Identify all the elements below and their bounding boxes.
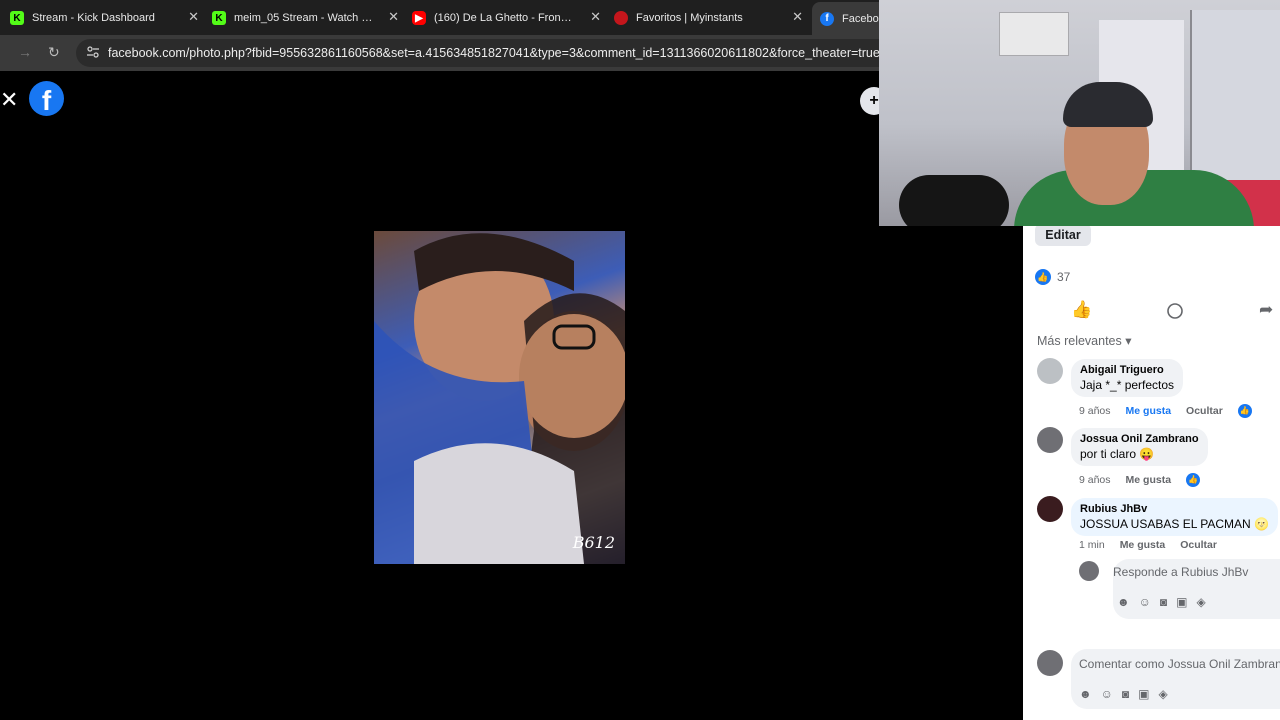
tab-label: (160) De La Ghetto - Fronteamo (434, 12, 574, 24)
reply-box[interactable]: Responde a Rubius JhBv ☻ ☺ ◙ ▣ ◈ (1113, 559, 1280, 619)
chevron-down-icon: ▾ (1125, 334, 1132, 348)
comment-bubble: Jossua Onil Zambrano por ti claro 😛 (1071, 428, 1208, 466)
reply-tools: ☻ ☺ ◙ ▣ ◈ (1117, 595, 1206, 609)
sticker-icon[interactable]: ◈ (1197, 595, 1206, 609)
reactions-summary[interactable]: 👍 37 (1035, 269, 1070, 285)
comment-bubble: Abigail Triguero Jaja *_* perfectos (1071, 359, 1184, 397)
close-tab-icon[interactable]: ✕ (792, 9, 803, 25)
tab-youtube[interactable]: ▶ (160) De La Ghetto - Fronteamo ✕ (412, 6, 607, 30)
avatar[interactable] (1037, 496, 1063, 522)
screen: K Stream - Kick Dashboard ✕ K meim_05 St… (0, 0, 1280, 720)
comment-age[interactable]: 9 años (1079, 474, 1111, 486)
comment-bubble: Rubius JhBv JOSSUA USABAS EL PACMAN 🌝 (1071, 498, 1278, 536)
kick-icon: K (212, 11, 226, 25)
comment-age[interactable]: 1 min (1079, 539, 1105, 551)
like-link[interactable]: Me gusta (1120, 539, 1166, 551)
tab-meim-stream[interactable]: K meim_05 Stream - Watch Live o ✕ (212, 6, 405, 30)
post-actions: 👍 ➦ (1023, 298, 1280, 324)
close-tab-icon[interactable]: ✕ (188, 9, 199, 25)
comment-age[interactable]: 9 años (1079, 405, 1111, 417)
photo-theater: ✕ f + B612 (0, 71, 1023, 720)
kick-icon: K (10, 11, 24, 25)
comment-sort-dropdown[interactable]: Más relevantes ▾ (1037, 333, 1132, 348)
webcam-overlay (879, 0, 1280, 226)
comment-meta: 1 min Me gusta Ocultar (1079, 539, 1217, 551)
avatar-sticker-icon[interactable]: ☻ (1079, 687, 1092, 701)
like-icon[interactable]: 👍 (1071, 300, 1092, 320)
reload-icon[interactable]: ↻ (48, 44, 60, 61)
comment-author[interactable]: Abigail Triguero (1080, 364, 1174, 376)
like-reaction-icon: 👍 (1035, 269, 1051, 285)
comments-panel: Editar 👍 37 👍 ➦ Más relevantes ▾ Abigail… (1023, 224, 1280, 720)
tab-label: meim_05 Stream - Watch Live o (234, 12, 374, 24)
edit-button[interactable]: Editar (1035, 224, 1091, 246)
tab-kick-dashboard[interactable]: K Stream - Kick Dashboard ✕ (10, 6, 205, 30)
like-reaction-icon[interactable]: 👍 (1186, 473, 1201, 487)
url-text: facebook.com/photo.php?fbid=955632861160… (108, 46, 912, 60)
avatar[interactable] (1037, 427, 1063, 453)
like-link[interactable]: Me gusta (1126, 405, 1172, 417)
chair (899, 175, 1009, 226)
gif-icon[interactable]: ▣ (1138, 687, 1149, 701)
photo-watermark: B612 (572, 533, 615, 552)
facebook-icon: f (820, 11, 834, 26)
avatar-sticker-icon[interactable]: ☻ (1117, 595, 1130, 609)
share-icon[interactable]: ➦ (1259, 300, 1273, 320)
camera-icon[interactable]: ◙ (1160, 595, 1167, 609)
air-conditioner (999, 12, 1069, 56)
comment-input[interactable]: Comentar como Jossua Onil Zambrano (1079, 657, 1280, 671)
tab-label: Favoritos | Myinstants (636, 12, 743, 24)
gif-icon[interactable]: ▣ (1176, 595, 1187, 609)
hide-link[interactable]: Ocultar (1186, 405, 1223, 417)
comment-icon[interactable] (1166, 302, 1184, 320)
close-tab-icon[interactable]: ✕ (590, 9, 601, 25)
forward-icon[interactable]: → (18, 44, 32, 60)
like-link[interactable]: Me gusta (1126, 474, 1172, 486)
avatar[interactable] (1037, 358, 1063, 384)
address-bar[interactable]: facebook.com/photo.php?fbid=955632861160… (76, 39, 912, 67)
photo-image[interactable]: B612 (374, 231, 625, 564)
avatar (1037, 650, 1063, 676)
sticker-icon[interactable]: ◈ (1159, 687, 1168, 701)
emoji-icon[interactable]: ☺ (1101, 687, 1113, 701)
comment-author[interactable]: Rubius JhBv (1080, 503, 1269, 515)
comment-text: Jaja *_* perfectos (1080, 378, 1175, 392)
like-reaction-icon[interactable]: 👍 (1237, 404, 1252, 418)
myinstants-icon (614, 11, 628, 25)
comment-composer[interactable]: Comentar como Jossua Onil Zambrano ☻ ☺ ◙… (1071, 649, 1280, 709)
photo-figures (374, 233, 625, 564)
close-icon[interactable]: ✕ (0, 87, 18, 113)
emoji-icon[interactable]: ☺ (1139, 595, 1151, 609)
camera-icon[interactable]: ◙ (1122, 687, 1129, 701)
facebook-logo-icon[interactable]: f (29, 81, 64, 116)
comment-text: JOSSUA USABAS EL PACMAN 🌝 (1080, 517, 1269, 531)
like-count: 37 (1057, 270, 1071, 284)
tab-label: Stream - Kick Dashboard (32, 12, 155, 24)
sort-label: Más relevantes (1037, 334, 1122, 348)
close-tab-icon[interactable]: ✕ (388, 9, 399, 25)
avatar (1079, 561, 1099, 581)
hide-link[interactable]: Ocultar (1180, 539, 1217, 551)
composer-tools: ☻ ☺ ◙ ▣ ◈ (1079, 687, 1168, 701)
door (1190, 10, 1280, 180)
comment-meta: 9 años Me gusta 👍 (1079, 473, 1201, 487)
comment-text: por ti claro 😛 (1080, 447, 1155, 461)
tab-myinstants[interactable]: Favoritos | Myinstants ✕ (614, 6, 809, 30)
comment-author[interactable]: Jossua Onil Zambrano (1080, 433, 1199, 445)
site-settings-icon[interactable] (86, 45, 100, 59)
youtube-icon: ▶ (412, 11, 426, 25)
reply-input[interactable]: Responde a Rubius JhBv (1113, 565, 1248, 579)
comment-meta: 9 años Me gusta Ocultar 👍 (1079, 404, 1252, 418)
